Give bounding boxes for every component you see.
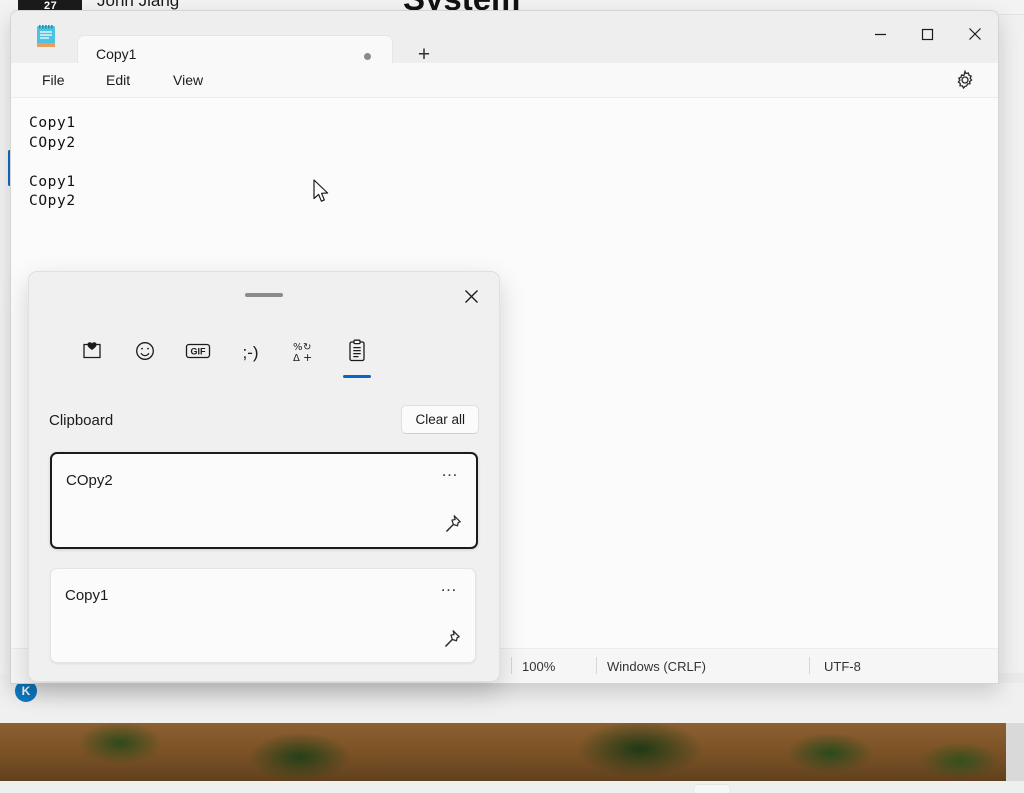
- desktop-wallpaper: [0, 723, 1024, 781]
- window-controls: [857, 11, 998, 57]
- status-encoding[interactable]: UTF-8: [824, 659, 861, 674]
- clipboard-icon: [346, 339, 368, 368]
- tab-clipboard[interactable]: [330, 326, 383, 380]
- screen: 27 John Jiang System K: [0, 0, 1024, 793]
- tab-symbols[interactable]: % ↻ Δ +: [277, 326, 330, 380]
- kaomoji-icon: ;-): [242, 343, 259, 362]
- notepad-titlebar[interactable]: Copy1 +: [11, 11, 998, 76]
- maximize-button[interactable]: [904, 11, 951, 57]
- clipboard-title: Clipboard: [49, 412, 114, 429]
- tab-selected-indicator: [342, 374, 371, 378]
- pin-icon[interactable]: [441, 513, 465, 537]
- svg-text:Δ: Δ: [293, 353, 300, 364]
- menu-edit[interactable]: Edit: [99, 70, 137, 90]
- clipboard-section-header: Clipboard Clear all: [49, 405, 479, 439]
- taskbar-nub[interactable]: [693, 784, 731, 793]
- clipboard-flyout-panel: GIF ;-) % ↻ Δ + Clipboard Clear all COpy…: [28, 271, 500, 682]
- panel-close-button[interactable]: [455, 281, 487, 311]
- clipboard-item-more-button[interactable]: …: [436, 577, 462, 601]
- clear-all-button[interactable]: Clear all: [401, 405, 479, 434]
- tab-emoji[interactable]: [118, 326, 171, 380]
- status-divider-3: [809, 657, 810, 674]
- tab-unsaved-dot-icon[interactable]: [364, 53, 371, 60]
- gear-icon[interactable]: [954, 69, 976, 91]
- symbols-icon: % ↻ Δ +: [291, 340, 317, 366]
- status-zoom[interactable]: 100%: [522, 659, 555, 674]
- status-divider-1: [511, 657, 512, 674]
- clipboard-item-more-button[interactable]: …: [437, 462, 463, 486]
- tab-kaomoji[interactable]: ;-): [224, 326, 277, 380]
- svg-text:+: +: [303, 351, 312, 364]
- panel-tabstrip: GIF ;-) % ↻ Δ +: [65, 326, 465, 384]
- tab-gif[interactable]: GIF: [171, 326, 224, 380]
- taskbar-strip: [0, 781, 1024, 793]
- notepad-menubar: File Edit View: [11, 63, 998, 98]
- document-text: Copy1 COpy2 Copy1 COpy2: [29, 115, 76, 209]
- clipboard-item-copy2[interactable]: COpy2 …: [50, 452, 478, 549]
- menu-file[interactable]: File: [35, 70, 72, 90]
- gif-icon: GIF: [184, 341, 212, 366]
- wallpaper-right-edge: [1006, 723, 1024, 781]
- pin-icon[interactable]: [440, 628, 464, 652]
- svg-text:%: %: [293, 342, 303, 353]
- recently-used-icon: [81, 340, 103, 367]
- clipboard-item-text: COpy2: [66, 472, 113, 489]
- svg-text:GIF: GIF: [190, 346, 206, 356]
- clipboard-item-copy1[interactable]: Copy1 …: [50, 568, 476, 663]
- status-line-ending[interactable]: Windows (CRLF): [607, 659, 706, 674]
- menu-view[interactable]: View: [166, 70, 210, 90]
- panel-drag-handle[interactable]: [245, 293, 283, 297]
- clipboard-item-text: Copy1: [65, 587, 109, 604]
- notepad-icon: [35, 25, 57, 49]
- minimize-button[interactable]: [857, 11, 904, 57]
- tab-recently-used[interactable]: [65, 326, 118, 380]
- tab-label: Copy1: [96, 46, 137, 62]
- status-divider-2: [596, 657, 597, 674]
- emoji-icon: [134, 340, 156, 367]
- close-button[interactable]: [951, 11, 998, 57]
